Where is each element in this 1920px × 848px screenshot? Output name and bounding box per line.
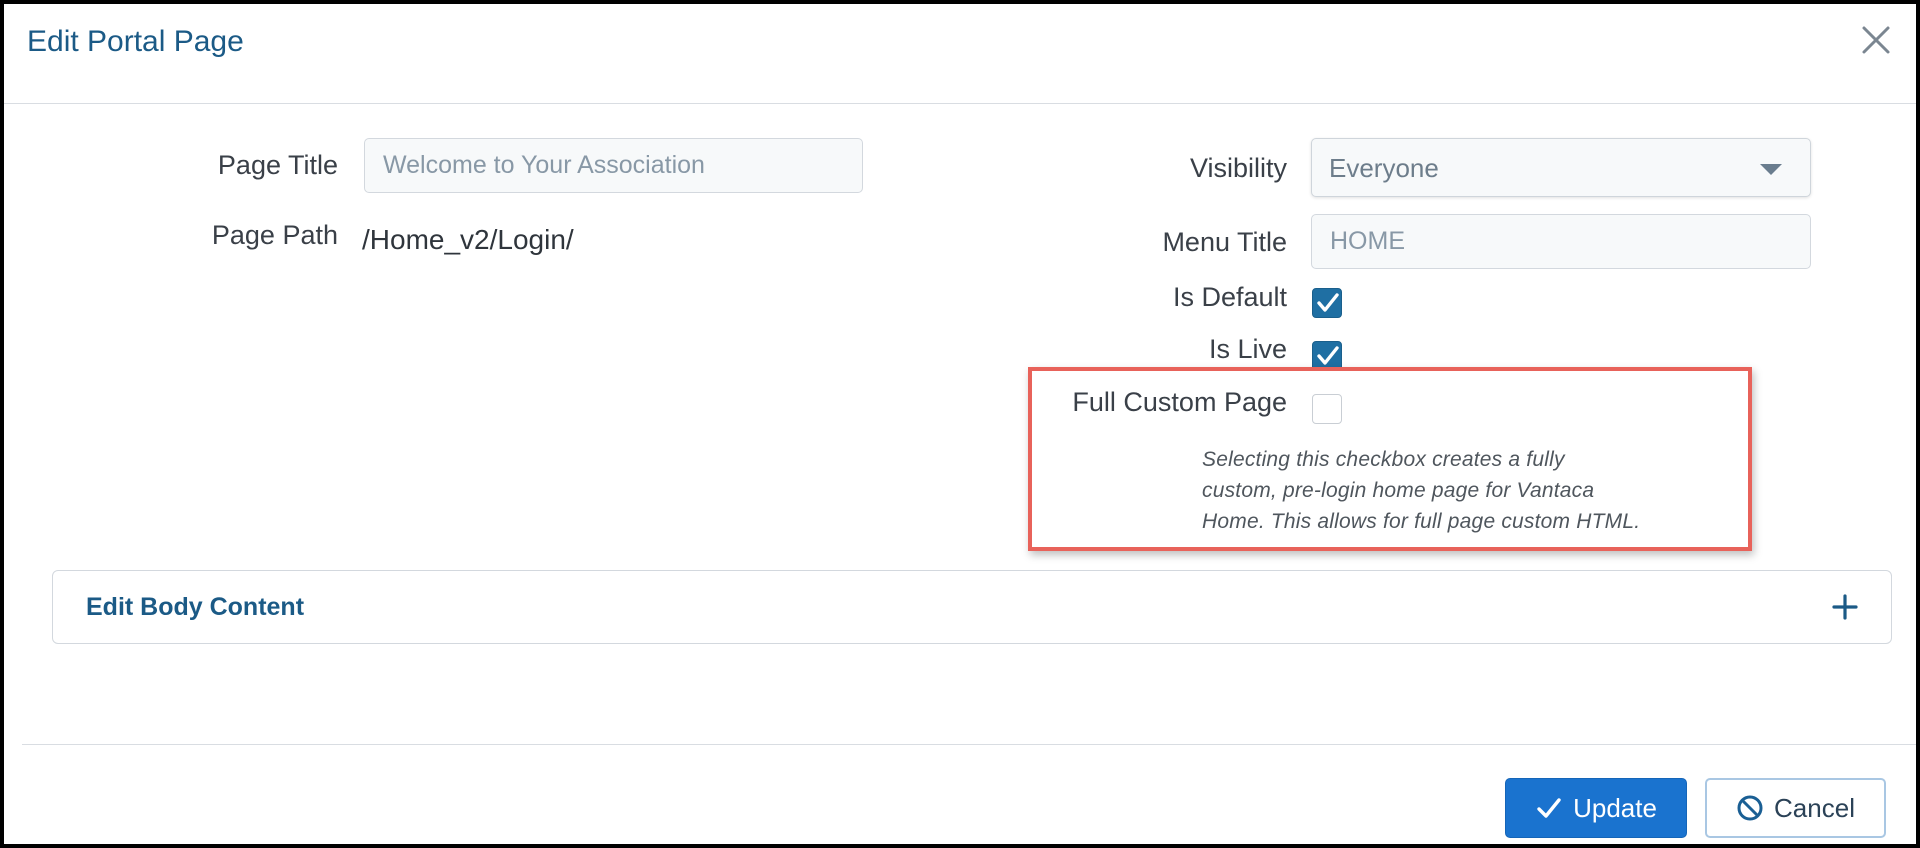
menu-title-label: Menu Title: [1162, 227, 1287, 257]
accordion-title: Edit Body Content: [86, 593, 305, 621]
visibility-label: Visibility: [1189, 153, 1287, 183]
check-icon: [1317, 293, 1339, 312]
check-icon: [1317, 346, 1339, 365]
update-button[interactable]: Update: [1505, 778, 1687, 838]
close-icon: [1862, 26, 1890, 54]
visibility-selected-value: Everyone: [1329, 153, 1439, 183]
check-icon: [1537, 798, 1561, 818]
menu-title-input[interactable]: [1311, 214, 1811, 269]
edit-body-content-accordion[interactable]: Edit Body Content: [52, 570, 1892, 644]
help-text-line: Selecting this checkbox creates a fully: [1202, 448, 1565, 471]
is-default-checkbox[interactable]: [1312, 288, 1342, 318]
page-title-input[interactable]: [364, 138, 863, 193]
modal-title: Edit Portal Page: [27, 25, 244, 58]
page-path-label: Page Path: [211, 220, 338, 250]
full-custom-page-help-text: Selecting this checkbox creates a fully …: [1202, 444, 1722, 537]
full-custom-page-checkbox[interactable]: [1312, 394, 1342, 424]
footer-divider: [22, 744, 1916, 745]
page-path-value: /Home_v2/Login/: [362, 224, 574, 255]
help-text-line: custom, pre-login home page for Vantaca: [1202, 479, 1595, 502]
cancel-button[interactable]: Cancel: [1705, 778, 1886, 838]
close-button[interactable]: [1858, 22, 1894, 58]
edit-portal-page-modal: Edit Portal Page Page Title Page Path /H…: [0, 0, 1920, 848]
ban-icon: [1737, 795, 1763, 821]
help-text-line: Home. This allows for full page custom H…: [1202, 510, 1641, 533]
visibility-select[interactable]: Everyone: [1311, 138, 1811, 197]
full-custom-page-label: Full Custom Page: [1072, 387, 1287, 417]
modal-header: Edit Portal Page: [4, 4, 1916, 104]
update-button-label: Update: [1573, 792, 1657, 823]
cancel-button-label: Cancel: [1774, 792, 1855, 823]
caret-down-icon: [1760, 164, 1782, 175]
page-title-label: Page Title: [217, 150, 338, 180]
is-default-label: Is Default: [1172, 282, 1287, 312]
plus-icon: [1832, 594, 1858, 620]
is-live-label: Is Live: [1208, 334, 1287, 364]
